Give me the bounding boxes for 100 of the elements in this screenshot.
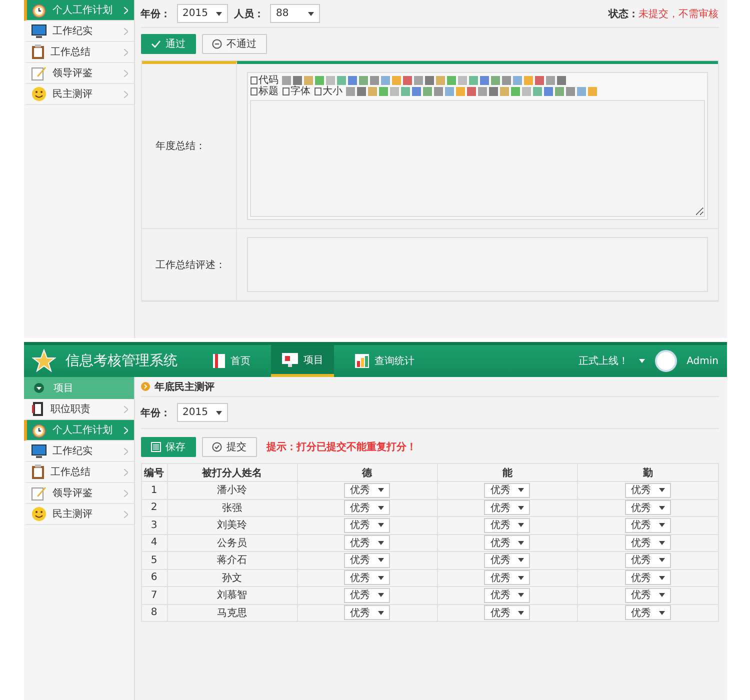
chevron-right-icon xyxy=(124,468,128,476)
toolbar-icon xyxy=(314,87,322,96)
chevron-right-icon xyxy=(124,448,128,454)
approve-button[interactable]: 通过 xyxy=(140,34,196,54)
monitor-icon xyxy=(280,352,298,368)
table-cell: 3 xyxy=(141,516,167,534)
chevron-right-icon xyxy=(124,70,128,76)
sidebar-item[interactable]: 工作总结 xyxy=(24,42,134,63)
nav-tab[interactable]: 项目 xyxy=(270,345,334,377)
save-button[interactable]: 保存 xyxy=(140,437,196,457)
score-dropdown[interactable]: 优秀 xyxy=(344,500,390,516)
bar-chart-icon xyxy=(354,353,370,369)
sidebar-item[interactable]: 个人工作计划 xyxy=(24,0,134,21)
score-dropdown[interactable]: 优秀 xyxy=(624,500,671,516)
alarm-clock-icon xyxy=(30,422,46,438)
alarm-clock-icon xyxy=(30,2,46,18)
nav-tab[interactable]: 首页 xyxy=(202,345,260,377)
column-header: 被打分人姓名 xyxy=(167,464,297,482)
score-dropdown[interactable]: 优秀 xyxy=(344,552,390,568)
sidebar-item[interactable]: 个人工作计划 xyxy=(24,420,134,441)
score-dropdown[interactable]: 优秀 xyxy=(624,482,671,498)
chevron-right-icon xyxy=(124,48,128,56)
score-dropdown[interactable]: 优秀 xyxy=(344,535,390,550)
clipboard-icon xyxy=(30,44,44,60)
caret-icon xyxy=(658,488,665,492)
smiley-icon xyxy=(30,86,46,102)
caret-icon xyxy=(308,12,314,16)
score-dropdown[interactable]: 优秀 xyxy=(344,482,390,498)
star-logo-icon xyxy=(32,349,56,373)
table-cell: 马克思 xyxy=(167,604,297,622)
caret-icon xyxy=(658,593,665,598)
toolbar-button[interactable]: 代码 xyxy=(250,76,278,86)
filter-label: 人员： xyxy=(234,8,264,20)
arrow-circle-icon xyxy=(140,382,150,391)
filter-label: 年份： xyxy=(140,406,170,420)
table-cell: 蒋介石 xyxy=(167,552,297,569)
score-dropdown[interactable]: 优秀 xyxy=(344,570,390,586)
score-dropdown[interactable]: 优秀 xyxy=(484,552,530,568)
sidebar-item[interactable]: 工作总结 xyxy=(24,462,134,483)
chevron-right-icon xyxy=(124,90,128,98)
monitor-icon xyxy=(30,24,46,38)
caret-icon xyxy=(658,540,665,545)
score-dropdown[interactable]: 优秀 xyxy=(624,588,671,603)
score-dropdown[interactable]: 优秀 xyxy=(624,518,671,533)
table-cell: 6 xyxy=(141,569,167,586)
table-cell: 刘美玲 xyxy=(167,516,297,534)
table-cell: 刘慕智 xyxy=(167,586,297,604)
score-dropdown[interactable]: 优秀 xyxy=(344,518,390,533)
user-name[interactable]: Admin xyxy=(686,356,718,366)
score-dropdown[interactable]: 优秀 xyxy=(484,500,530,516)
save-icon xyxy=(150,442,160,452)
toolbar-button[interactable]: 字体 xyxy=(282,86,310,96)
page-title: 年底民主测评 xyxy=(154,380,214,394)
caret-icon xyxy=(378,523,384,528)
score-dropdown[interactable]: 优秀 xyxy=(484,570,530,586)
score-dropdown[interactable]: 优秀 xyxy=(484,535,530,550)
table-cell: 1 xyxy=(141,482,167,499)
form-label: 年度总结： xyxy=(156,140,206,153)
toolbar-button[interactable]: 标题 xyxy=(250,86,278,96)
score-dropdown[interactable]: 优秀 xyxy=(484,588,530,603)
dropdown[interactable]: 2015 xyxy=(176,4,228,23)
editor-text-area[interactable] xyxy=(250,100,704,217)
table-cell: 公务员 xyxy=(167,534,297,552)
score-dropdown[interactable]: 优秀 xyxy=(484,482,530,498)
chevron-right-icon xyxy=(124,426,128,434)
submit-button[interactable]: 提交 xyxy=(202,437,256,457)
toolbar-button[interactable]: 大小 xyxy=(314,86,342,96)
caret-icon xyxy=(518,610,524,615)
avatar[interactable] xyxy=(654,350,677,372)
score-dropdown[interactable]: 优秀 xyxy=(624,552,671,568)
score-dropdown[interactable]: 优秀 xyxy=(484,605,530,620)
score-dropdown[interactable]: 优秀 xyxy=(624,570,671,586)
dropdown[interactable]: 88 xyxy=(270,4,320,23)
sidebar-item[interactable]: 民主测评 xyxy=(24,84,134,105)
check-icon xyxy=(150,40,160,48)
caret-icon xyxy=(518,593,524,598)
note-with-pen-icon xyxy=(30,65,46,81)
dropdown[interactable]: 2015 xyxy=(176,403,228,422)
score-dropdown[interactable]: 优秀 xyxy=(624,605,671,620)
sidebar-item[interactable]: 职位职责 xyxy=(24,399,134,420)
reject-button[interactable]: 不通过 xyxy=(202,34,266,54)
caret-icon xyxy=(658,523,665,528)
score-dropdown[interactable]: 优秀 xyxy=(624,535,671,550)
caret-icon xyxy=(378,593,384,598)
collapse-icon xyxy=(34,383,44,393)
score-dropdown[interactable]: 优秀 xyxy=(344,605,390,620)
score-dropdown[interactable]: 优秀 xyxy=(344,588,390,603)
form-label: 工作总结评述： xyxy=(156,258,226,272)
filter-label: 年份： xyxy=(140,8,170,20)
caret-icon xyxy=(378,576,384,580)
sidebar-item[interactable]: 民主测评 xyxy=(24,504,134,525)
nav-tab[interactable]: 查询统计 xyxy=(344,345,424,377)
chevron-right-icon xyxy=(124,28,128,34)
caret-icon xyxy=(658,558,665,562)
table-cell: 张强 xyxy=(167,499,297,516)
caret-icon xyxy=(658,576,665,580)
caret-icon xyxy=(518,506,524,510)
chevron-right-icon xyxy=(124,490,128,496)
score-dropdown[interactable]: 优秀 xyxy=(484,518,530,533)
caret-icon xyxy=(518,576,524,580)
